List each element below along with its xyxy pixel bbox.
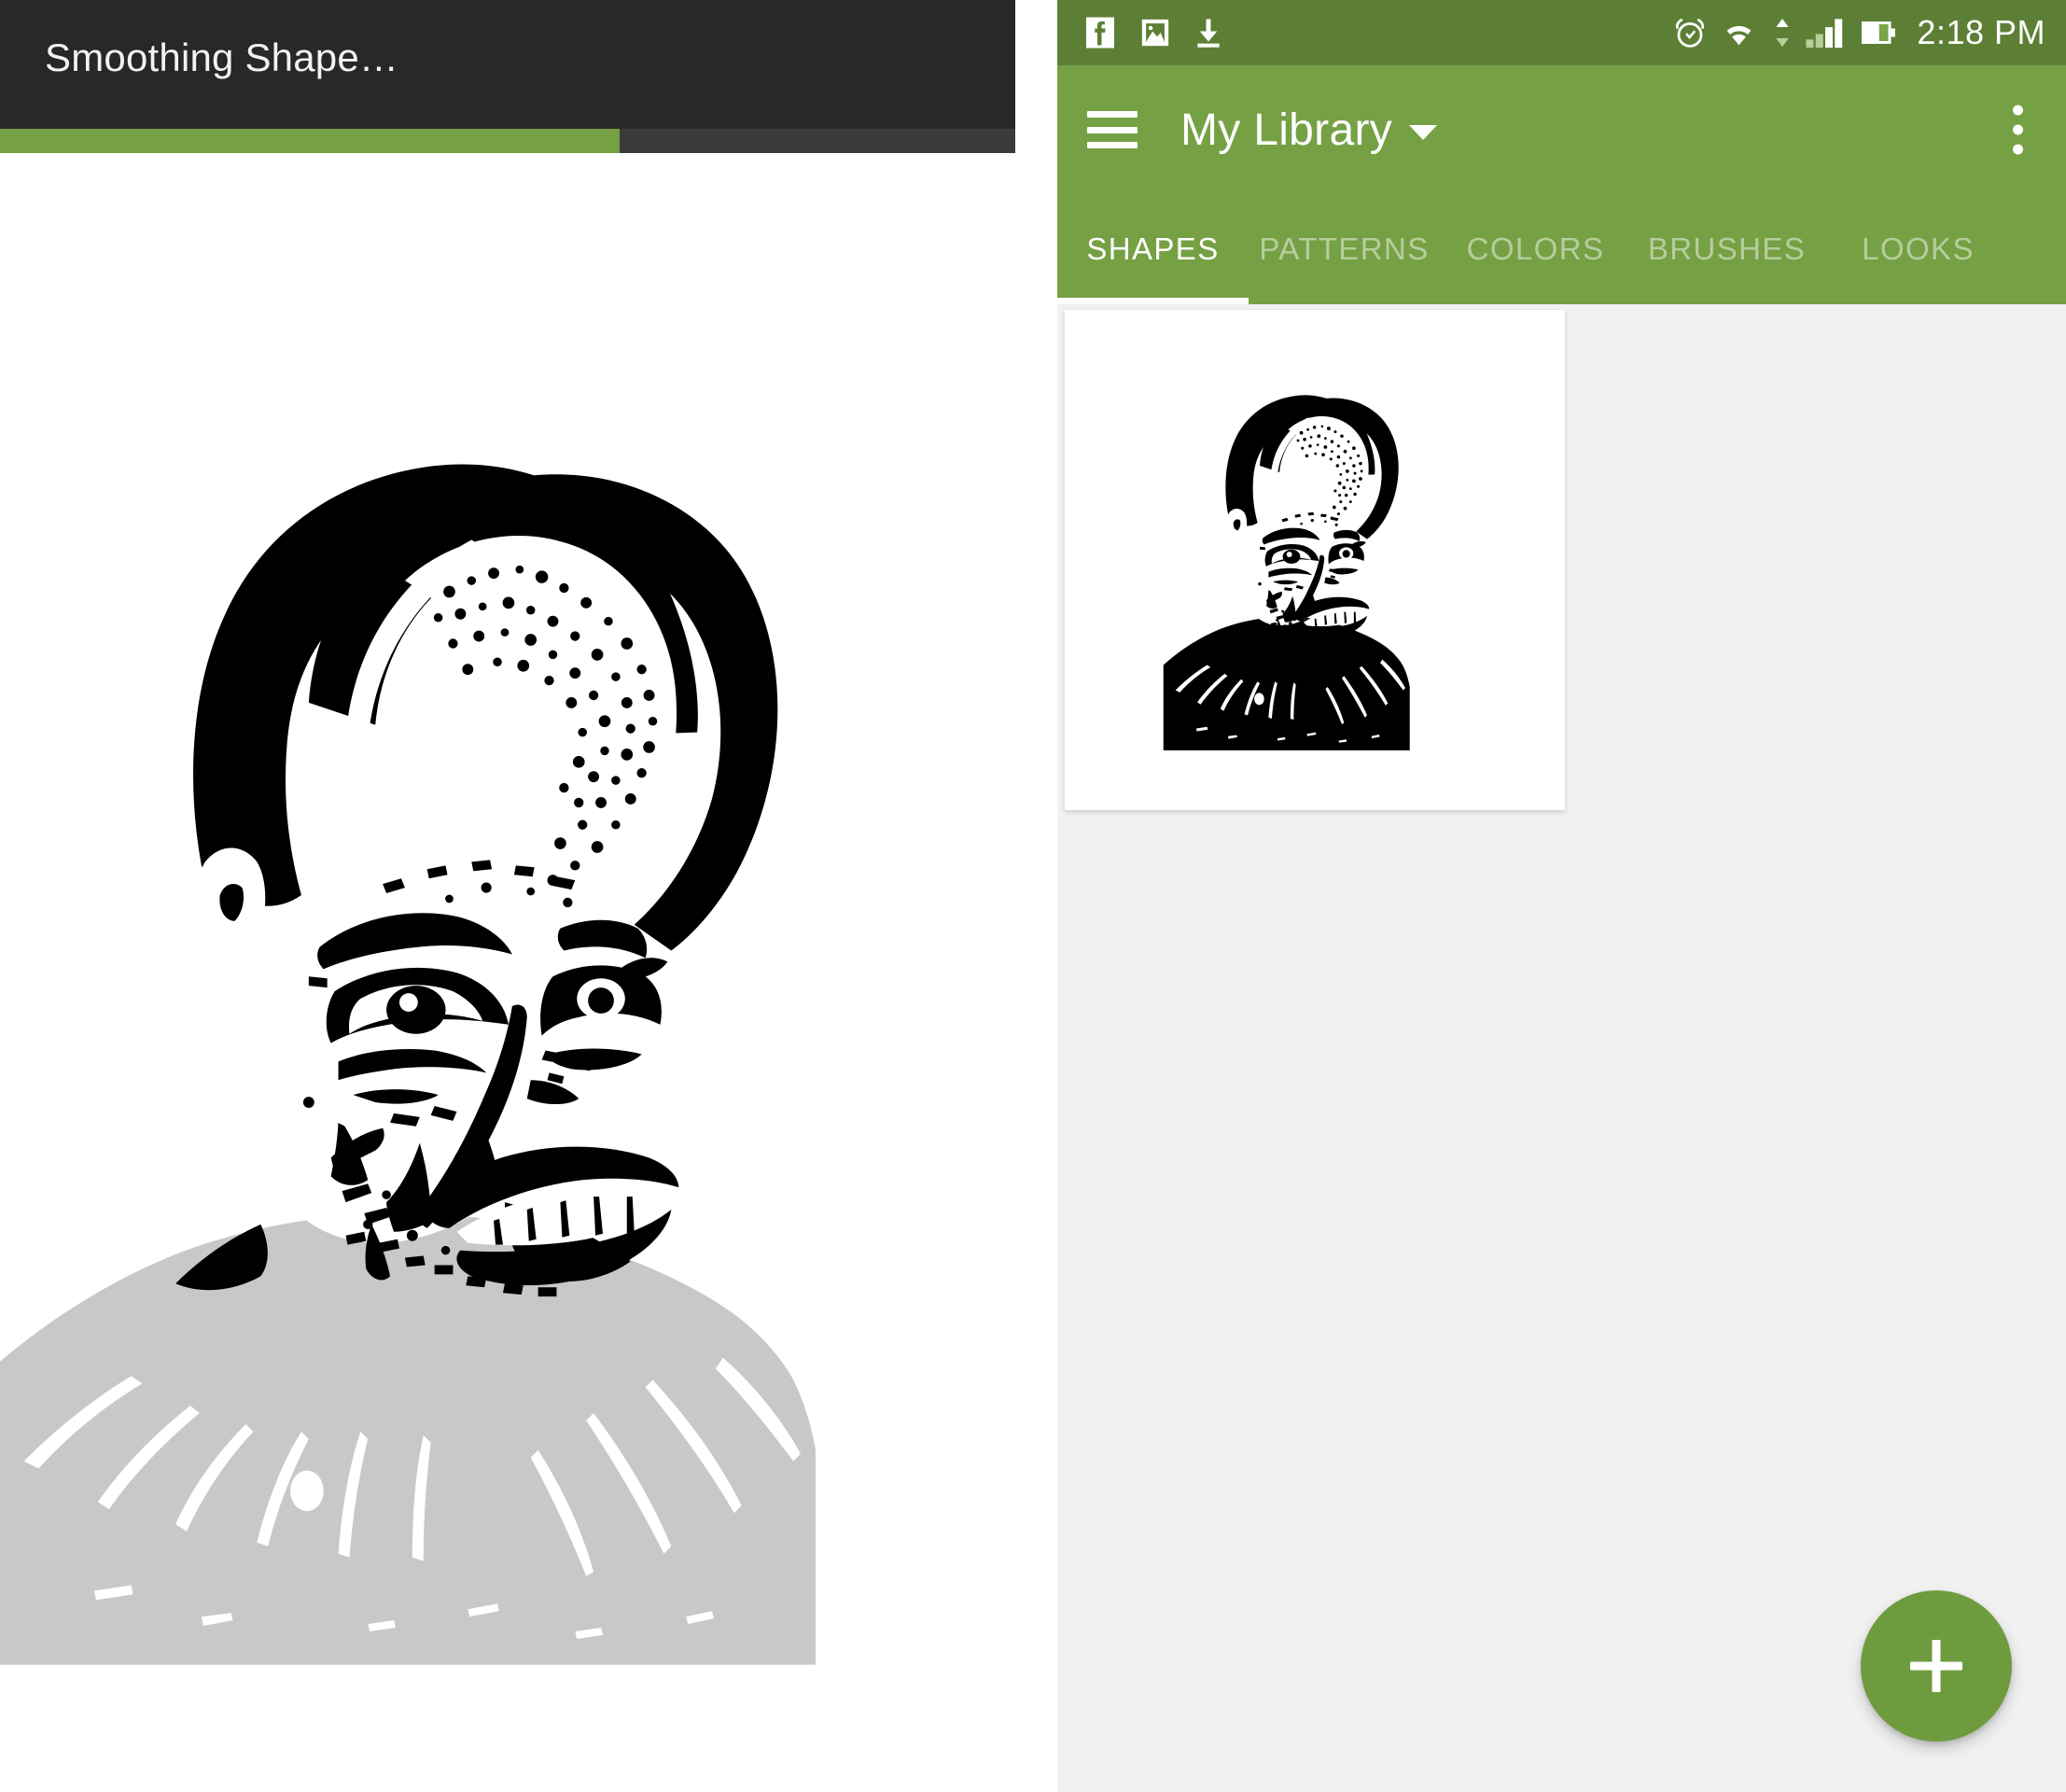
- signal-icon: [1805, 16, 1846, 49]
- shape-editor-panel: Smoothing Shape…: [0, 0, 1015, 1792]
- panel-divider: [1015, 0, 1057, 1792]
- status-bar-notifications: [1083, 16, 1223, 49]
- chevron-down-icon: [1409, 125, 1438, 140]
- status-bar-system: 2:18 PM: [1672, 0, 2045, 65]
- wifi-icon: [1721, 16, 1760, 49]
- app-bar: My Library: [1057, 65, 2066, 194]
- tab-colors[interactable]: COLORS: [1440, 231, 1631, 267]
- progress-title: Smoothing Shape…: [45, 35, 399, 79]
- tab-brushes[interactable]: BRUSHES: [1631, 231, 1822, 267]
- library-selector[interactable]: My Library: [1180, 105, 1438, 156]
- data-arrows-icon: [1773, 16, 1792, 49]
- tab-active-indicator: [1057, 298, 1249, 304]
- progress-bar-track: [0, 129, 1015, 153]
- facebook-icon: [1083, 16, 1117, 49]
- library-content: [1057, 304, 2066, 1792]
- tab-shapes[interactable]: SHAPES: [1057, 231, 1249, 267]
- status-bar-clock: 2:18 PM: [1917, 13, 2045, 51]
- app-bar-title: My Library: [1180, 105, 1393, 155]
- tab-bar: SHAPES PATTERNS COLORS BRUSHES LOOKS: [1057, 194, 2066, 304]
- hamburger-icon[interactable]: [1087, 111, 1138, 148]
- app-screen: Smoothing Shape… 2:18 PM My Library SHAP…: [0, 0, 2066, 1792]
- mobile-app-panel: 2:18 PM My Library SHAPES PATTERNS COLORS B…: [1057, 0, 2066, 1792]
- battery-icon: [1859, 16, 1898, 49]
- shape-preview-stage[interactable]: [0, 153, 1015, 1792]
- tab-patterns[interactable]: PATTERNS: [1249, 231, 1440, 267]
- shape-preview-artwork: [0, 340, 1015, 1665]
- tab-looks[interactable]: LOOKS: [1822, 231, 2014, 267]
- download-icon: [1194, 16, 1223, 49]
- alarm-icon: [1672, 15, 1708, 50]
- gallery-icon: [1138, 17, 1173, 49]
- progress-bar-fill: [0, 129, 620, 153]
- shape-thumbnail-card[interactable]: [1065, 310, 1565, 810]
- overflow-menu-icon[interactable]: [2013, 105, 2023, 155]
- shape-thumbnail-artwork: [1121, 358, 1513, 750]
- plus-icon-vertical: [1932, 1640, 1941, 1692]
- progress-dialog: Smoothing Shape…: [0, 0, 1015, 129]
- add-shape-fab[interactable]: [1861, 1590, 2012, 1742]
- status-bar: 2:18 PM: [1057, 0, 2066, 65]
